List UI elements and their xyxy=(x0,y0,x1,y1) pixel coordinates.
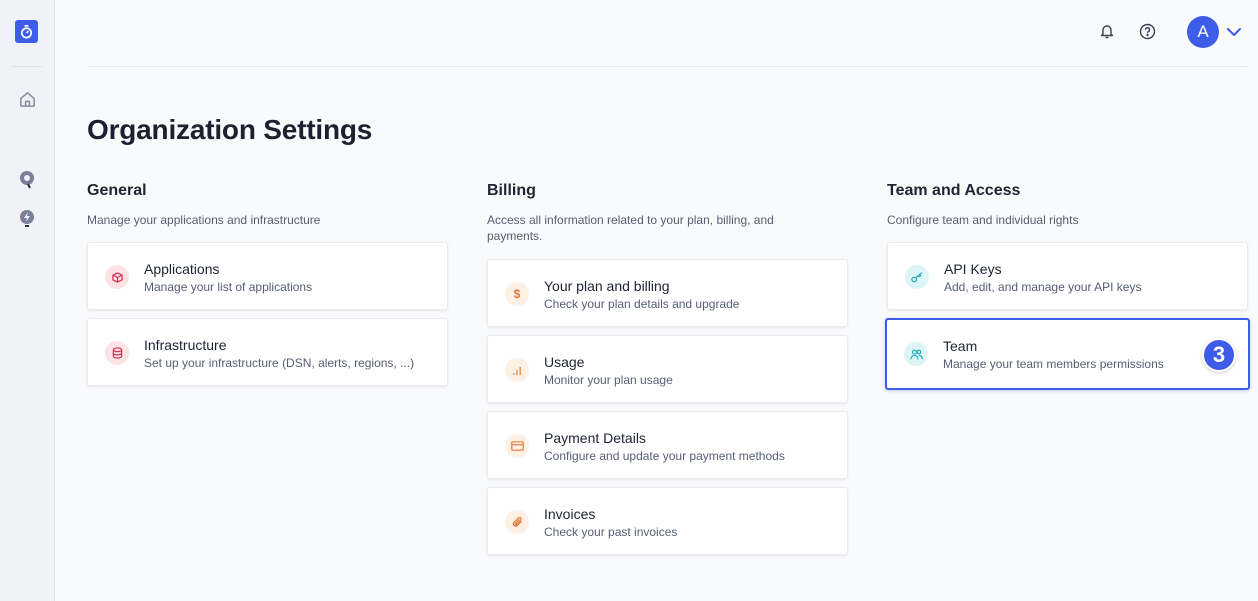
card-title: Infrastructure xyxy=(144,337,227,353)
help-icon xyxy=(1139,23,1155,39)
avatar[interactable]: A xyxy=(1187,16,1219,48)
card-icon-wrap xyxy=(505,358,529,382)
card-invoices[interactable]: Invoices Check your past invoices xyxy=(487,487,848,555)
stopwatch-icon xyxy=(20,25,33,39)
step-badge: 3 xyxy=(1202,338,1236,372)
card-description: Manage your team members permissions xyxy=(943,357,1164,371)
sidebar xyxy=(0,0,55,601)
card-title: Applications xyxy=(144,261,220,277)
card-applications[interactable]: Applications Manage your list of applica… xyxy=(87,242,448,310)
chevron-down-icon xyxy=(1227,28,1241,36)
paperclip-icon xyxy=(512,516,522,527)
section-description: Configure team and individual rights xyxy=(887,213,1079,227)
card-icon-wrap xyxy=(105,341,129,365)
sidebar-item-search[interactable] xyxy=(17,170,37,190)
card-icon-wrap: $ xyxy=(505,282,529,306)
card-icon-wrap xyxy=(505,510,529,534)
section-title: General xyxy=(87,182,147,199)
card-description: Configure and update your payment method… xyxy=(544,449,785,463)
card-team[interactable]: Team Manage your team members permission… xyxy=(885,318,1250,390)
card-title: Usage xyxy=(544,354,585,370)
credit-card-icon xyxy=(510,441,524,451)
card-title: Invoices xyxy=(544,506,596,522)
section-description: Manage your applications and infrastruct… xyxy=(87,213,321,227)
section-general: General Manage your applications and inf… xyxy=(87,182,448,386)
account-menu-toggle[interactable] xyxy=(1226,25,1242,43)
card-icon-wrap xyxy=(105,265,129,289)
card-plan-billing[interactable]: $ Your plan and billing Check your plan … xyxy=(487,259,848,327)
database-icon xyxy=(112,347,122,359)
users-icon xyxy=(909,349,923,360)
card-description: Check your plan details and upgrade xyxy=(544,297,740,311)
section-billing: Billing Access all information related t… xyxy=(487,182,848,555)
sidebar-divider xyxy=(11,66,42,67)
card-title: Your plan and billing xyxy=(544,278,670,294)
card-description: Check your past invoices xyxy=(544,525,678,539)
card-description: Manage your list of applications xyxy=(144,280,313,294)
cube-icon xyxy=(111,271,123,283)
home-icon xyxy=(19,91,35,107)
sidebar-item-insights[interactable] xyxy=(17,209,37,229)
section-team-access: Team and Access Configure team and indiv… xyxy=(885,182,1250,390)
card-icon-wrap xyxy=(904,342,928,366)
dollar-icon: $ xyxy=(513,287,521,301)
section-title: Team and Access xyxy=(887,182,1021,199)
section-description: Access all information related to your p… xyxy=(487,213,774,243)
header-divider xyxy=(87,66,1247,67)
card-description: Add, edit, and manage your API keys xyxy=(944,280,1142,294)
card-usage[interactable]: Usage Monitor your plan usage xyxy=(487,335,848,403)
signal-bars-icon xyxy=(513,366,521,375)
sidebar-item-home[interactable] xyxy=(17,89,37,109)
key-icon xyxy=(911,271,923,282)
lightning-bulb-icon xyxy=(20,210,34,227)
card-description: Monitor your plan usage xyxy=(544,373,673,387)
bell-icon xyxy=(1100,24,1114,38)
search-bulb-icon xyxy=(20,171,34,189)
card-icon-wrap xyxy=(505,434,529,458)
section-title: Billing xyxy=(487,182,536,199)
card-title: Team xyxy=(943,338,978,354)
card-icon-wrap xyxy=(905,265,929,289)
help-button[interactable] xyxy=(1138,22,1156,40)
card-infrastructure[interactable]: Infrastructure Set up your infrastructur… xyxy=(87,318,448,386)
card-description: Set up your infrastructure (DSN, alerts,… xyxy=(144,356,415,370)
card-title: Payment Details xyxy=(544,430,646,446)
notifications-button[interactable] xyxy=(1098,22,1116,40)
page-title: Organization Settings xyxy=(87,114,373,145)
logo[interactable] xyxy=(15,20,38,43)
card-api-keys[interactable]: API Keys Add, edit, and manage your API … xyxy=(887,242,1248,310)
card-payment-details[interactable]: Payment Details Configure and update you… xyxy=(487,411,848,479)
card-title: API Keys xyxy=(944,261,1002,277)
